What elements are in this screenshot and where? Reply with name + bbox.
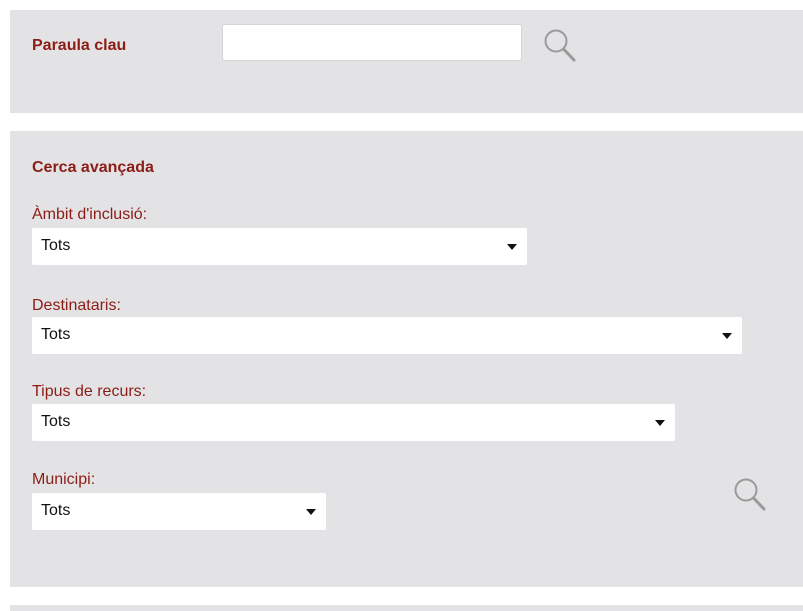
search-icon <box>544 29 576 62</box>
field-label-tipus: Tipus de recurs: <box>32 383 147 400</box>
field-label-municipi: Municipi: <box>32 471 96 488</box>
select-tipus-recurs[interactable]: Tots <box>32 404 675 441</box>
advanced-search-title: Cerca avançada <box>32 159 154 176</box>
chevron-down-icon <box>722 333 732 339</box>
select-value: Tots <box>41 413 71 430</box>
next-panel-edge <box>10 605 803 611</box>
search-icon <box>734 478 766 511</box>
select-value: Tots <box>41 502 71 519</box>
field-label-ambit: Àmbit d'inclusió: <box>32 206 148 223</box>
select-value: Tots <box>41 237 71 254</box>
keyword-label: Paraula clau <box>32 37 127 54</box>
keyword-search-button[interactable] <box>540 24 580 64</box>
select-destinataris[interactable]: Tots <box>32 317 742 354</box>
chevron-down-icon <box>655 420 665 426</box>
chevron-down-icon <box>306 509 316 515</box>
chevron-down-icon <box>507 244 517 250</box>
select-municipi[interactable]: Tots <box>32 493 326 530</box>
field-label-destinataris: Destinataris: <box>32 297 121 314</box>
select-ambit[interactable]: Tots <box>32 228 527 265</box>
advanced-search-panel: Cerca avançada Àmbit d'inclusió: Tots De… <box>10 131 803 587</box>
keyword-input[interactable] <box>222 24 522 61</box>
advanced-search-button[interactable] <box>730 473 770 513</box>
select-value: Tots <box>41 326 71 343</box>
keyword-search-panel: Paraula clau <box>10 10 803 113</box>
